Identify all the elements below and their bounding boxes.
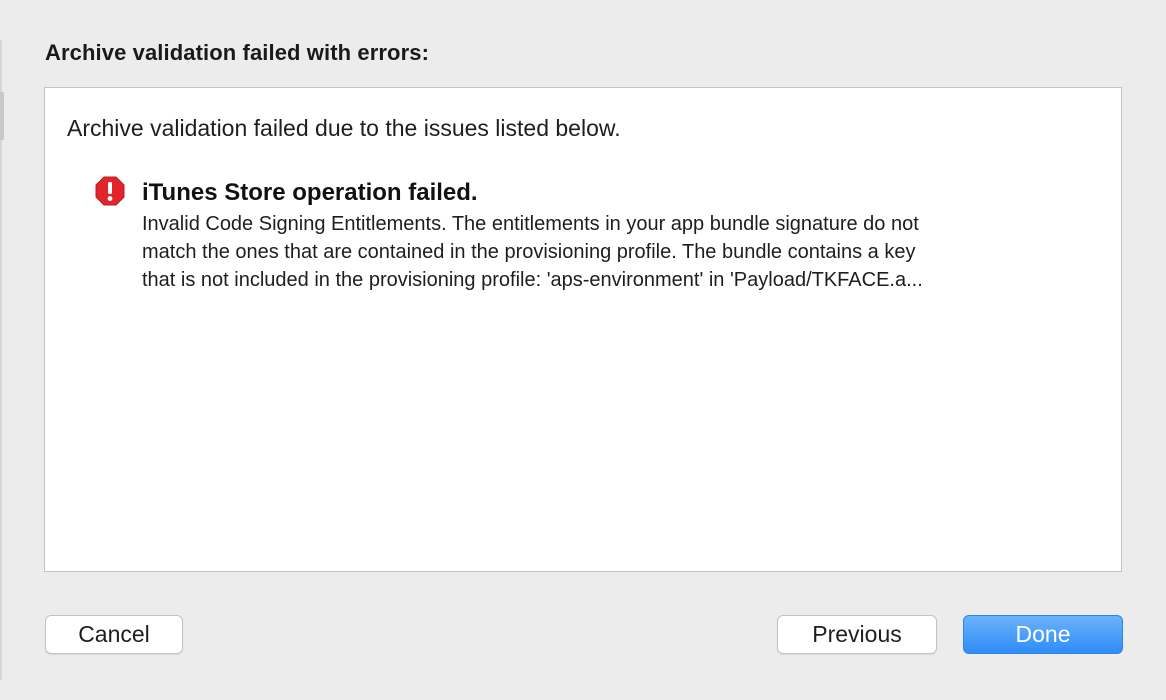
error-octagon-icon xyxy=(95,176,125,206)
issue-message: Invalid Code Signing Entitlements. The e… xyxy=(142,210,1102,294)
issue-title: iTunes Store operation failed. xyxy=(142,179,478,206)
sheet-title: Archive validation failed with errors: xyxy=(45,40,430,65)
issues-panel: Archive validation failed due to the iss… xyxy=(44,87,1122,572)
issue-message-line: that is not included in the provisioning… xyxy=(142,269,923,291)
issue-body: iTunes Store operation failed. Invalid C… xyxy=(142,178,1102,294)
previous-button[interactable]: Previous xyxy=(777,615,937,654)
issue-message-line: match the ones that are contained in the… xyxy=(142,241,916,263)
done-button[interactable]: Done xyxy=(963,615,1123,654)
cancel-button[interactable]: Cancel xyxy=(45,615,183,654)
validation-sheet: Archive validation failed with errors: A… xyxy=(0,0,1166,700)
summary-text: Archive validation failed due to the iss… xyxy=(67,115,621,141)
issue-message-line: Invalid Code Signing Entitlements. The e… xyxy=(142,213,919,235)
